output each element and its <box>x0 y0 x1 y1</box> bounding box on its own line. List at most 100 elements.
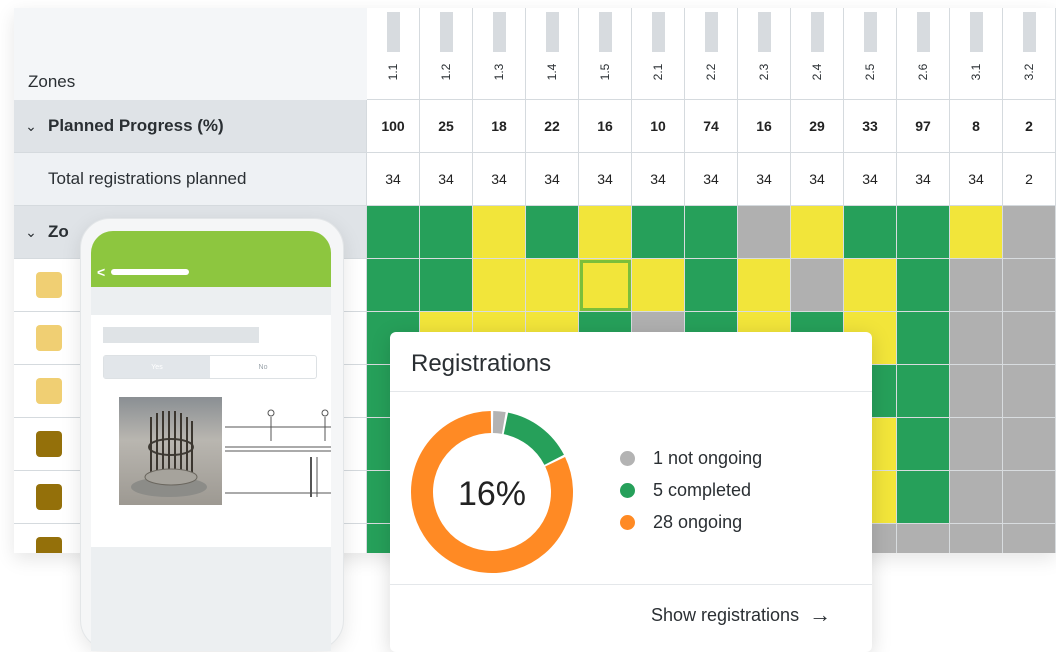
column-header[interactable]: 2.3 <box>738 8 791 100</box>
status-cell[interactable] <box>897 259 950 312</box>
legend-dot <box>620 514 635 530</box>
status-cell[interactable] <box>950 418 1003 471</box>
total-registrations-label: Total registrations planned <box>48 169 247 188</box>
total-registrations-cell: 34 <box>579 153 632 206</box>
phone-header: < <box>91 231 331 287</box>
total-registrations-cell: 34 <box>685 153 738 206</box>
status-cell[interactable] <box>632 259 685 312</box>
column-header-bar <box>1023 12 1036 52</box>
status-cell[interactable] <box>1003 259 1056 312</box>
column-header[interactable]: 1.1 <box>367 8 420 100</box>
status-cell[interactable] <box>685 206 738 259</box>
zone-color-swatch <box>36 325 62 351</box>
registrations-legend: 1 not ongoing 5 completed 28 ongoing <box>620 442 762 538</box>
column-header[interactable]: 3.1 <box>950 8 1003 100</box>
status-cell[interactable] <box>579 206 632 259</box>
column-header[interactable]: 2.4 <box>791 8 844 100</box>
total-registrations-cell: 34 <box>632 153 685 206</box>
zones-header: Zones <box>14 8 368 101</box>
status-cell[interactable] <box>526 206 579 259</box>
donut-segment <box>503 412 564 466</box>
column-label: 1.5 <box>598 63 612 81</box>
status-cell[interactable] <box>791 206 844 259</box>
column-header[interactable]: 1.4 <box>526 8 579 100</box>
status-cell[interactable] <box>950 312 1003 365</box>
column-label: 1.4 <box>545 63 559 81</box>
column-header[interactable]: 3.2 <box>1003 8 1056 100</box>
zone-color-swatch <box>36 431 62 457</box>
column-header-bar <box>440 12 453 52</box>
status-cell[interactable] <box>791 259 844 312</box>
technical-drawing[interactable] <box>225 397 331 505</box>
total-registrations-cell: 34 <box>844 153 897 206</box>
planned-progress-row-header[interactable]: ⌄ Planned Progress (%) <box>14 100 367 153</box>
column-header[interactable]: 1.3 <box>473 8 526 100</box>
status-cell[interactable] <box>844 259 897 312</box>
status-cell[interactable] <box>897 365 950 418</box>
status-cell[interactable] <box>844 206 897 259</box>
status-cell[interactable] <box>1003 418 1056 471</box>
column-label: 3.2 <box>1022 63 1036 81</box>
status-cell[interactable] <box>420 259 473 312</box>
status-cell[interactable] <box>473 259 526 312</box>
status-cell[interactable] <box>897 524 950 553</box>
column-header[interactable]: 2.6 <box>897 8 950 100</box>
chevron-down-icon[interactable]: ⌄ <box>14 224 48 241</box>
phone-form: Yes No <box>91 315 331 547</box>
chevron-left-icon[interactable]: < <box>97 264 105 280</box>
show-registrations-button[interactable]: Show registrations → <box>651 602 831 628</box>
yes-no-toggle[interactable]: Yes No <box>103 355 317 379</box>
status-cell[interactable] <box>473 206 526 259</box>
column-header[interactable]: 1.2 <box>420 8 473 100</box>
planned-progress-cell: 10 <box>632 100 685 153</box>
status-cell[interactable] <box>1003 524 1056 553</box>
status-cell[interactable] <box>897 418 950 471</box>
total-registrations-row-header: Total registrations planned <box>14 153 367 206</box>
registrations-percent: 16% <box>458 475 526 513</box>
status-cell[interactable] <box>367 259 420 312</box>
status-cell[interactable] <box>950 471 1003 524</box>
status-cell[interactable] <box>950 206 1003 259</box>
status-cell[interactable] <box>897 312 950 365</box>
column-header[interactable]: 2.1 <box>632 8 685 100</box>
zone-color-swatch <box>36 272 62 298</box>
planned-progress-cell: 97 <box>897 100 950 153</box>
status-cell[interactable] <box>526 259 579 312</box>
column-label: 1.2 <box>439 63 453 81</box>
column-header-bar <box>493 12 506 52</box>
status-cell[interactable] <box>1003 471 1056 524</box>
status-cell[interactable] <box>579 259 632 312</box>
status-cell[interactable] <box>1003 206 1056 259</box>
toggle-yes[interactable]: Yes <box>104 356 210 378</box>
status-cell[interactable] <box>420 206 473 259</box>
planned-progress-cell: 16 <box>738 100 791 153</box>
status-cell[interactable] <box>897 206 950 259</box>
status-cell[interactable] <box>632 206 685 259</box>
status-cell[interactable] <box>738 259 791 312</box>
planned-progress-cell: 25 <box>420 100 473 153</box>
chevron-down-icon[interactable]: ⌄ <box>14 118 48 135</box>
column-header[interactable]: 2.5 <box>844 8 897 100</box>
planned-progress-label: Planned Progress (%) <box>48 116 224 135</box>
toggle-no[interactable]: No <box>210 356 316 378</box>
registrations-card: Registrations 16% 1 not ongoing 5 comple… <box>390 332 872 652</box>
zone-group-label: Zo <box>48 222 69 241</box>
column-header[interactable]: 2.2 <box>685 8 738 100</box>
status-cell[interactable] <box>367 206 420 259</box>
status-cell[interactable] <box>950 259 1003 312</box>
status-cell[interactable] <box>897 471 950 524</box>
construction-photo[interactable] <box>119 397 222 505</box>
phone-mockup: < Yes No <box>80 218 344 651</box>
status-cell[interactable] <box>685 259 738 312</box>
legend-dot <box>620 450 635 466</box>
total-registrations-cell: 34 <box>950 153 1003 206</box>
status-cell[interactable] <box>1003 365 1056 418</box>
status-cell[interactable] <box>950 365 1003 418</box>
status-cell[interactable] <box>738 206 791 259</box>
column-header[interactable]: 1.5 <box>579 8 632 100</box>
status-cell[interactable] <box>1003 312 1056 365</box>
divider <box>390 391 872 392</box>
legend-label: 28 ongoing <box>653 511 743 532</box>
status-cell[interactable] <box>950 524 1003 553</box>
total-registrations-cell: 34 <box>473 153 526 206</box>
